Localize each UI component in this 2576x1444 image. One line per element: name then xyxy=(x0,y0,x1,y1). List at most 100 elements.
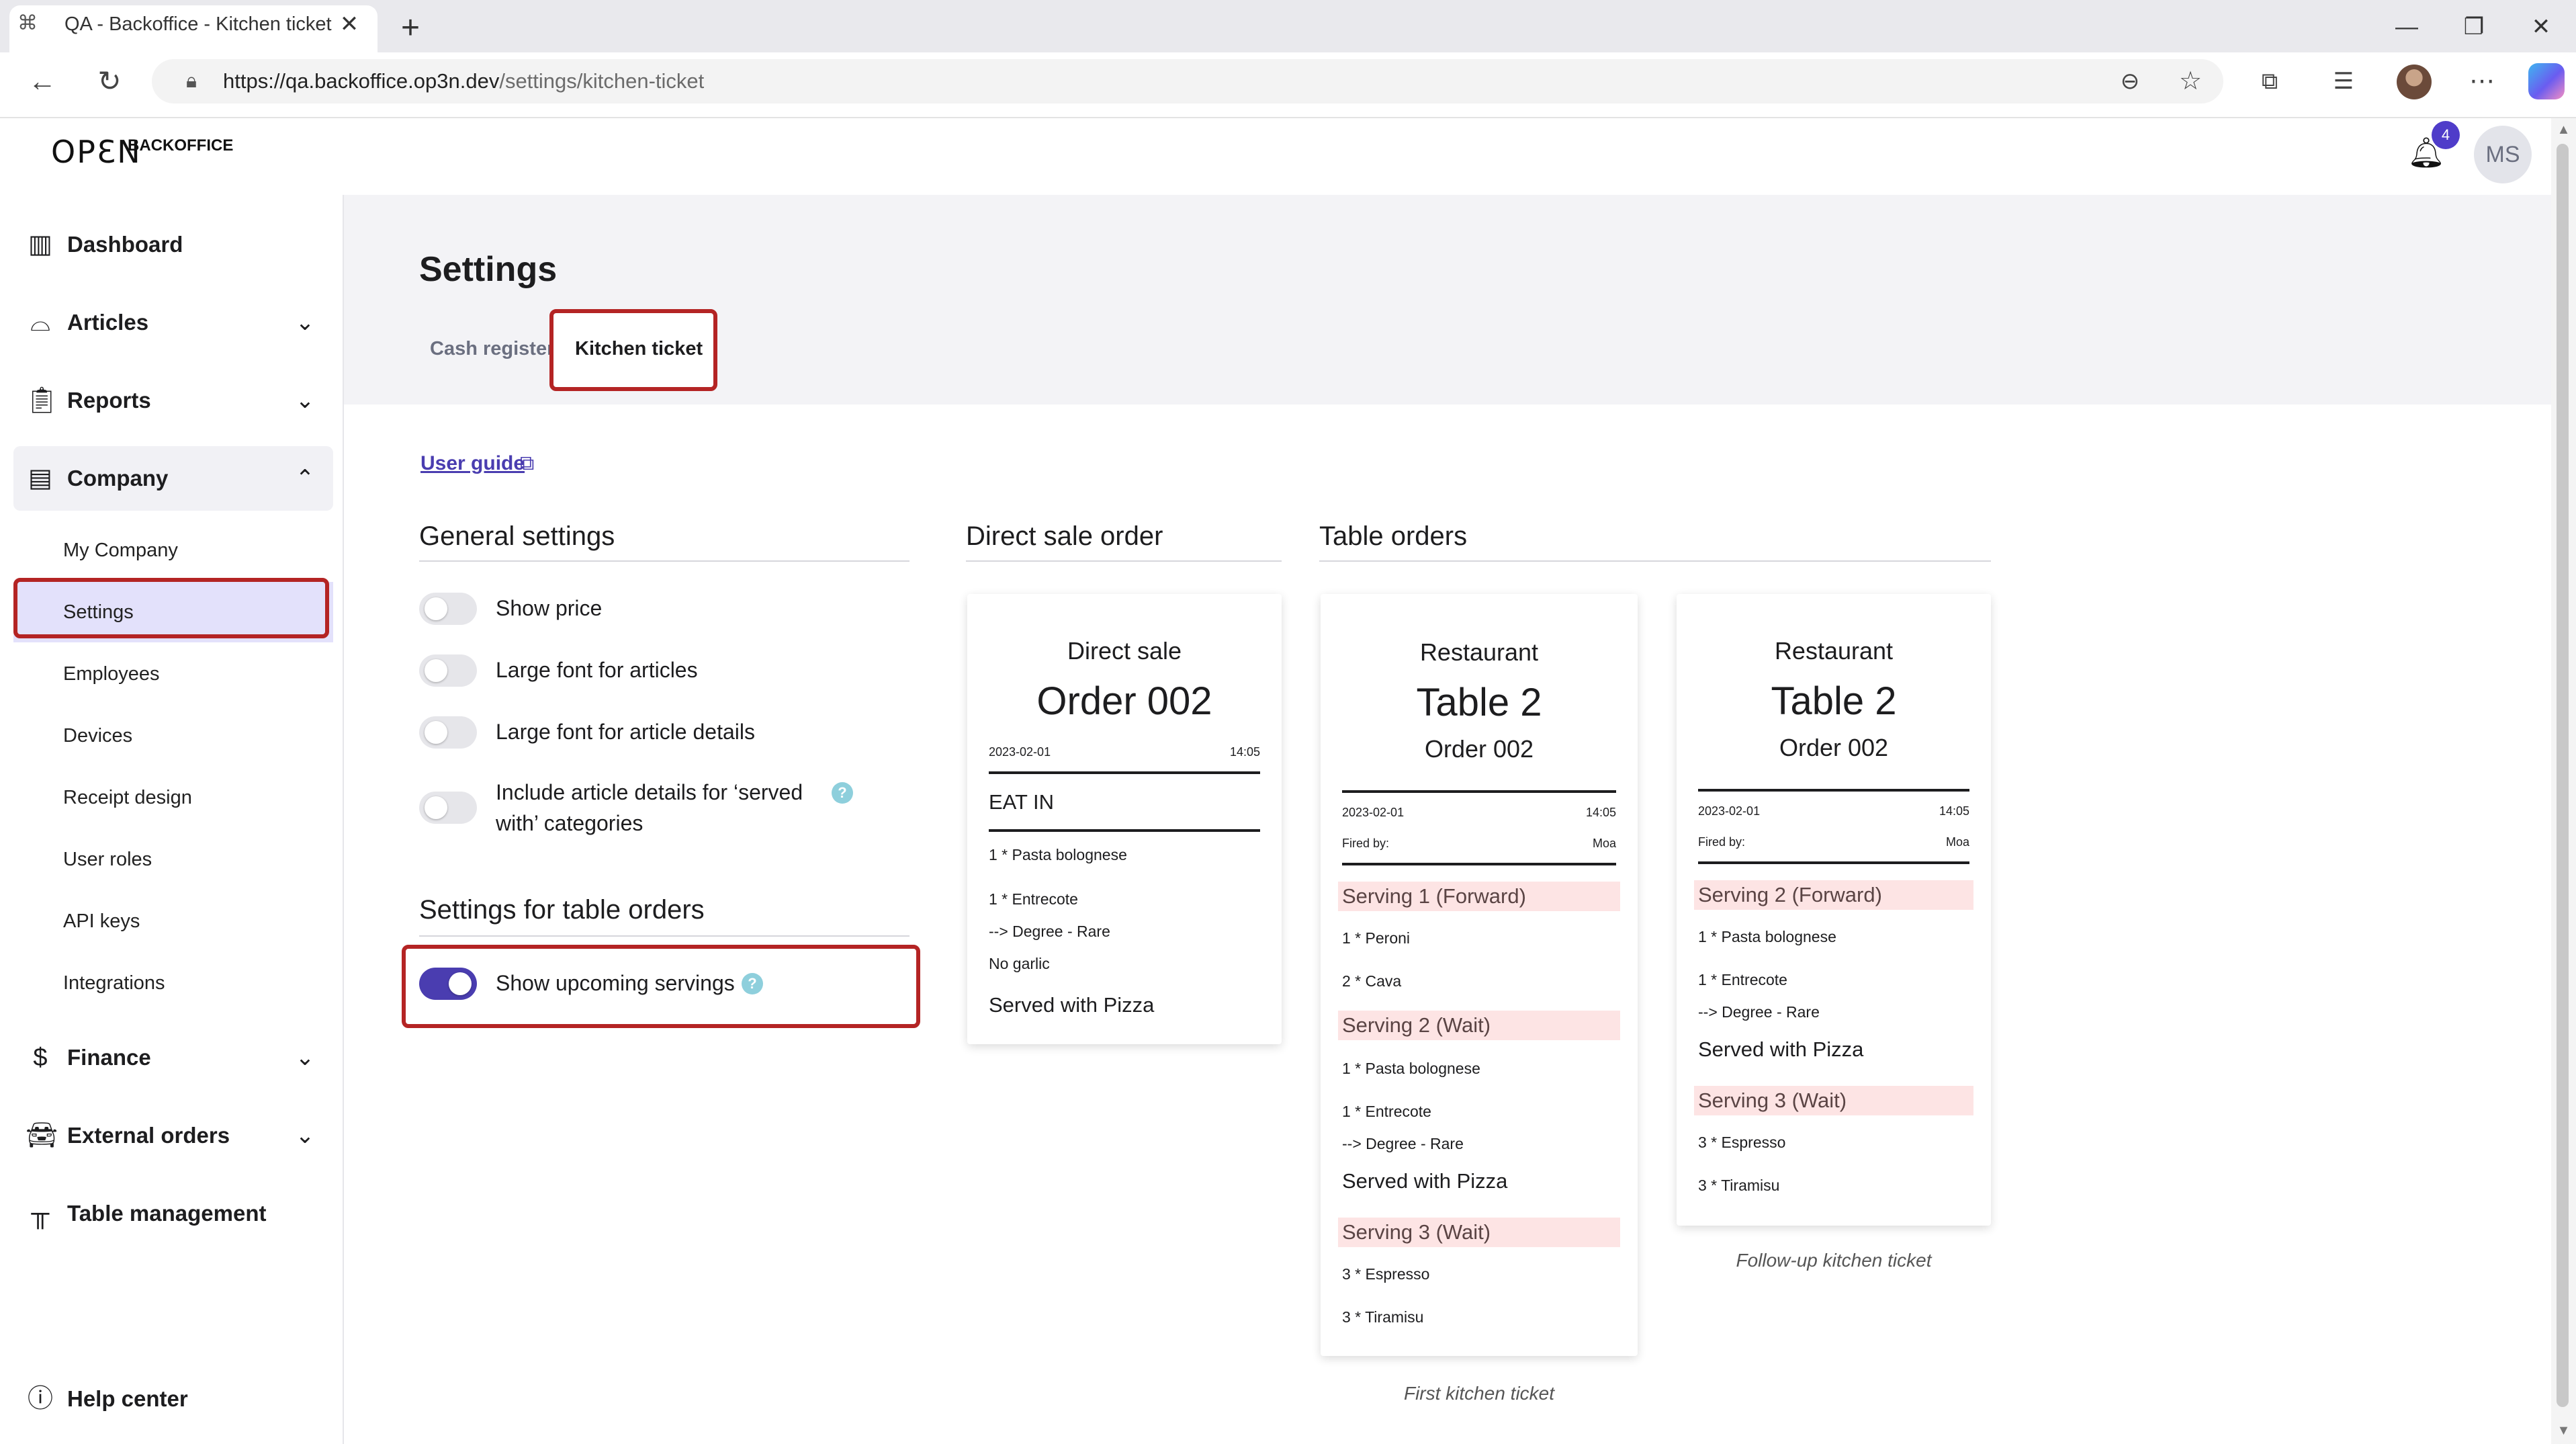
table-icon: ╥ xyxy=(31,1199,50,1228)
star-icon[interactable]: ☆ xyxy=(2167,58,2214,105)
user-avatar[interactable]: MS xyxy=(2474,126,2532,183)
ticket-heading: Direct sale xyxy=(1067,637,1182,665)
store-icon: ▤ xyxy=(28,464,52,493)
sidebar-item-dashboard[interactable]: ▥ Dashboard xyxy=(13,212,333,277)
sidebar-item-label: External orders xyxy=(67,1123,230,1148)
include-details-served-with-toggle[interactable] xyxy=(419,792,477,824)
sidebar-subitem-label: Employees xyxy=(63,663,160,685)
profile-icon[interactable] xyxy=(2397,65,2432,99)
chevron-down-icon: ⌄ xyxy=(295,310,315,335)
ticket-fired-by-label: Fired by: xyxy=(1698,835,1746,849)
sidebar-item-help-center[interactable]: ⓘ Help center xyxy=(13,1367,333,1431)
sidebar-item-table-management[interactable]: ╥ Table management xyxy=(13,1181,333,1246)
ticket-order-number: Order 002 xyxy=(1424,735,1534,763)
food-tray-icon: ⌓ xyxy=(30,308,51,337)
follow-up-kitchen-ticket: Restaurant Table 2 Order 002 2023-02-01 … xyxy=(1677,594,1991,1226)
app-header xyxy=(0,118,2551,195)
ticket-line: --> Degree - Rare xyxy=(1342,1135,1464,1152)
sidebar-item-external-orders[interactable]: 🚘︎ External orders ⌄ xyxy=(13,1103,333,1168)
logo-backoffice-text: BACKOFFICE xyxy=(128,136,234,155)
general-settings-title: General settings xyxy=(419,521,615,551)
ticket-line: 1 * Peroni xyxy=(1342,929,1411,947)
sidebar-subitem-integrations[interactable]: Integrations xyxy=(13,953,333,1013)
scroll-down-icon[interactable]: ▼ xyxy=(2551,1419,2576,1442)
sidebar-subitem-label: My Company xyxy=(63,540,178,561)
tab-cash-register[interactable]: Cash register xyxy=(430,333,554,364)
browser-tab-title: QA - Backoffice - Kitchen ticket se xyxy=(64,13,333,35)
ticket-line: 1 * Pasta bolognese xyxy=(1698,928,1836,945)
direct-sale-order-title: Direct sale order xyxy=(966,521,1163,551)
ticket-line: 1 * Entrecote xyxy=(1698,971,1787,988)
external-link-icon[interactable]: ⧉ xyxy=(520,448,544,480)
browser-tabstrip xyxy=(0,0,2576,52)
dollar-icon: $ xyxy=(33,1044,48,1072)
sidebar-subitem-label: Integrations xyxy=(63,972,165,994)
sidebar-subitem-my-company[interactable]: My Company xyxy=(13,520,333,581)
sidebar-item-company[interactable]: ▤ Company ⌃ xyxy=(13,446,333,511)
sidebar-item-finance[interactable]: $ Finance ⌄ xyxy=(13,1025,333,1090)
ticket-served-with: Served with Pizza xyxy=(1342,1169,1508,1193)
serving-header: Serving 2 (Wait) xyxy=(1338,1011,1620,1040)
ticket-mode: EAT IN xyxy=(989,790,1055,814)
sidebar-item-label: Finance xyxy=(67,1045,151,1070)
extensions-icon[interactable]: ⧉ xyxy=(2246,58,2293,105)
ticket-order-number: Order 002 xyxy=(1779,734,1889,761)
chevron-up-icon: ⌃ xyxy=(295,466,315,491)
sidebar-subitem-receipt-design[interactable]: Receipt design xyxy=(13,767,333,828)
large-font-details-toggle[interactable] xyxy=(419,716,477,749)
ticket-line: 2 * Cava xyxy=(1342,972,1402,990)
scroll-up-icon[interactable]: ▲ xyxy=(2551,118,2576,141)
chart-icon: ▥ xyxy=(28,230,52,259)
logo[interactable]: OPƐN xyxy=(51,132,140,172)
ticket-heading: Restaurant xyxy=(1419,638,1539,666)
sidebar-subitem-devices[interactable]: Devices xyxy=(13,706,333,766)
sidebar-item-reports[interactable]: 📋︎ Reports ⌄ xyxy=(13,368,333,433)
tab-kitchen-ticket[interactable]: Kitchen ticket xyxy=(575,333,703,364)
ticket-time: 14:05 xyxy=(1229,745,1260,759)
minimize-icon[interactable]: — xyxy=(2383,8,2430,46)
tab-close-icon[interactable]: ✕ xyxy=(335,9,364,39)
table-orders-title: Table orders xyxy=(1319,521,1468,551)
new-tab-icon[interactable]: + xyxy=(391,9,430,48)
sidebar-item-articles[interactable]: ⌓ Articles ⌄ xyxy=(13,290,333,355)
sidebar-subitem-label: API keys xyxy=(63,910,140,932)
notification-badge: 4 xyxy=(2432,121,2460,149)
chevron-down-icon: ⌄ xyxy=(295,1045,315,1070)
ticket-served-with: Served with Pizza xyxy=(989,993,1155,1017)
ticket-fired-by-label: Fired by: xyxy=(1342,837,1390,850)
sidebar-item-label: Table management xyxy=(67,1201,267,1226)
large-font-articles-toggle[interactable] xyxy=(419,654,477,687)
user-guide-link[interactable]: User guide xyxy=(420,448,525,480)
copilot-icon[interactable] xyxy=(2528,63,2565,99)
serving-header: Serving 2 (Forward) xyxy=(1694,880,1973,910)
lock-icon[interactable]: 🔒︎ xyxy=(176,66,207,97)
favorites-icon[interactable]: ☰ xyxy=(2320,58,2367,105)
ticket-line: 1 * Entrecote xyxy=(989,890,1078,908)
direct-sale-ticket: Direct sale Order 002 2023-02-01 14:05 E… xyxy=(967,594,1282,1044)
help-circle-icon: ⓘ xyxy=(27,1385,53,1413)
ticket-fired-by: Moa xyxy=(1945,835,1969,849)
sidebar-subitem-user-roles[interactable]: User roles xyxy=(13,829,333,890)
sidebar-subitem-api-keys[interactable]: API keys xyxy=(13,891,333,951)
scrollbar-thumb[interactable] xyxy=(2557,144,2569,1407)
follow-up-kitchen-ticket-caption: Follow-up kitchen ticket xyxy=(1736,1250,1932,1271)
ticket-line: --> Degree - Rare xyxy=(1698,1003,1820,1021)
ticket-time: 14:05 xyxy=(1585,806,1616,819)
zoom-out-icon[interactable]: ⊖ xyxy=(2106,58,2153,105)
help-icon[interactable]: ? xyxy=(832,782,853,804)
reload-icon[interactable]: ↻ xyxy=(86,58,133,105)
restore-icon[interactable]: ❐ xyxy=(2450,8,2497,46)
ticket-divider xyxy=(1698,861,1969,864)
show-price-toggle[interactable] xyxy=(419,593,477,625)
include-details-label-line1: Include article details for ‘served xyxy=(496,780,803,804)
divider xyxy=(419,560,909,562)
ticket-divider xyxy=(989,771,1260,774)
sidebar-subitem-label: Receipt design xyxy=(63,787,192,808)
url-text[interactable]: https://qa.backoffice.op3n.dev/settings/… xyxy=(223,66,1163,97)
serving-label: Serving 2 (Wait) xyxy=(1342,1013,1491,1037)
more-icon[interactable]: ⋯ xyxy=(2458,58,2505,105)
back-icon[interactable]: ← xyxy=(19,58,66,105)
close-window-icon[interactable]: ✕ xyxy=(2518,8,2565,46)
ticket-fired-by: Moa xyxy=(1592,837,1616,850)
sidebar-subitem-employees[interactable]: Employees xyxy=(13,644,333,704)
